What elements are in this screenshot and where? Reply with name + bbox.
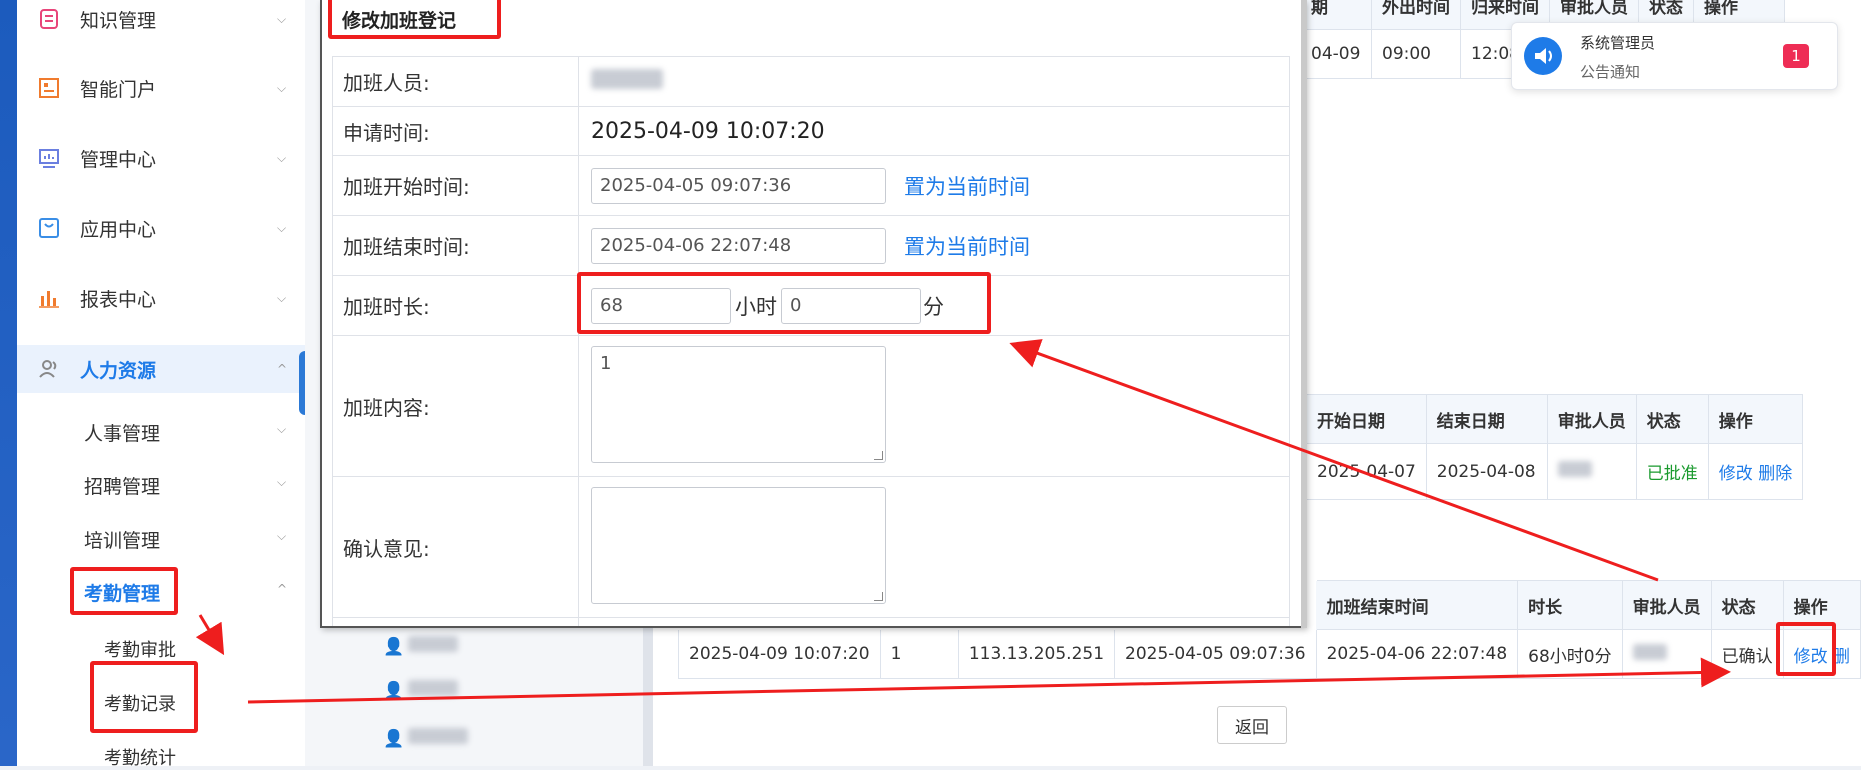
annotation-arrows xyxy=(195,339,1731,704)
arrow xyxy=(1009,339,1659,582)
arrow xyxy=(247,657,1731,704)
arrow xyxy=(195,614,225,656)
